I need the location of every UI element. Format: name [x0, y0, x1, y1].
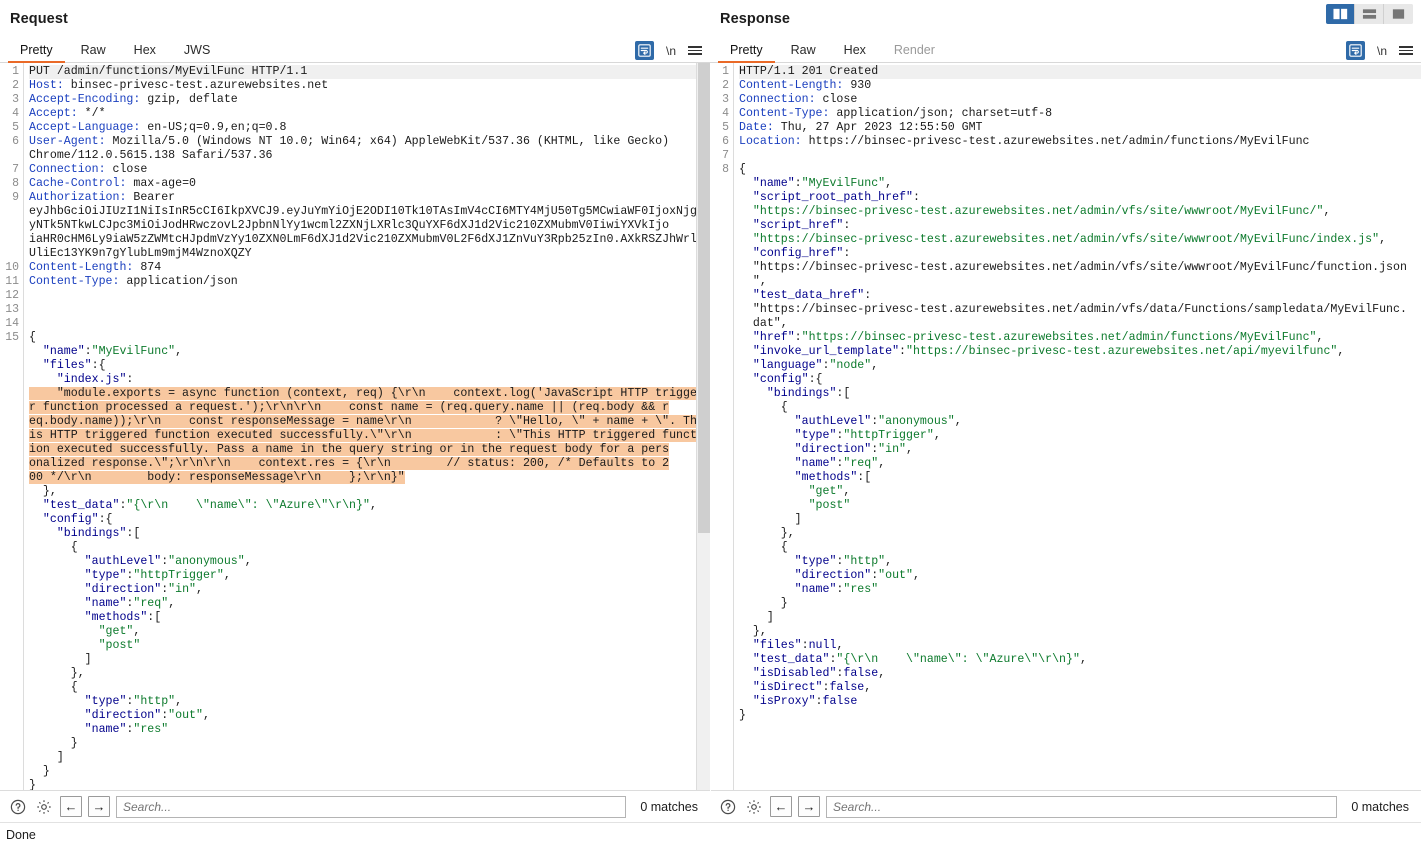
tab-response-raw[interactable]: Raw — [777, 43, 830, 62]
word-wrap-icon[interactable] — [635, 41, 654, 60]
response-header: Response — [710, 0, 1421, 38]
request-editor[interactable]: 123456 789 101112131415 PUT /admin/funct… — [0, 63, 710, 790]
search-prev-button[interactable]: ← — [60, 796, 82, 817]
request-header: Request — [0, 0, 710, 38]
tab-response-hex[interactable]: Hex — [830, 43, 880, 62]
request-tab-tools: \n — [635, 41, 702, 60]
request-line-numbers: 123456 789 101112131415 — [0, 63, 24, 790]
gear-icon[interactable] — [34, 797, 54, 817]
panes-container: Request Pretty Raw Hex JWS \n — [0, 0, 1421, 822]
help-icon[interactable] — [8, 797, 28, 817]
request-menu-icon[interactable] — [688, 46, 702, 55]
response-searchbar: ← → 0 matches — [710, 790, 1421, 822]
response-pane: Response — [710, 0, 1421, 822]
tab-request-jws[interactable]: JWS — [170, 43, 224, 62]
single-pane-layout-icon[interactable] — [1384, 4, 1413, 24]
request-scrollbar-thumb[interactable] — [698, 63, 710, 533]
request-searchbar: ← → 0 matches — [0, 790, 710, 822]
search-next-button[interactable]: → — [798, 796, 820, 817]
request-search-input[interactable] — [116, 796, 626, 818]
response-line-numbers: 12345678 — [710, 63, 734, 790]
tab-request-pretty[interactable]: Pretty — [6, 43, 67, 62]
word-wrap-icon[interactable] — [1346, 41, 1365, 60]
tab-response-render: Render — [880, 43, 949, 62]
response-tabbar: Pretty Raw Hex Render \n — [710, 38, 1421, 63]
tab-request-hex[interactable]: Hex — [120, 43, 170, 62]
burp-message-editor: Request Pretty Raw Hex JWS \n — [0, 0, 1421, 846]
response-search-input[interactable] — [826, 796, 1337, 818]
request-tabbar: Pretty Raw Hex JWS \n — [0, 38, 710, 63]
request-match-count: 0 matches — [632, 800, 702, 814]
request-pane: Request Pretty Raw Hex JWS \n — [0, 0, 710, 822]
search-prev-button[interactable]: ← — [770, 796, 792, 817]
response-content[interactable]: HTTP/1.1 201 CreatedContent-Length: 930C… — [734, 63, 1421, 790]
newline-toggle-icon[interactable]: \n — [1377, 44, 1387, 58]
gear-icon[interactable] — [744, 797, 764, 817]
response-title: Response — [720, 11, 790, 27]
response-menu-icon[interactable] — [1399, 46, 1413, 55]
vertical-split-layout-icon[interactable] — [1326, 4, 1355, 24]
tab-request-raw[interactable]: Raw — [67, 43, 120, 62]
help-icon[interactable] — [718, 797, 738, 817]
status-text: Done — [6, 828, 36, 842]
response-tab-tools: \n — [1346, 41, 1413, 60]
newline-toggle-icon[interactable]: \n — [666, 44, 676, 58]
request-scrollbar[interactable] — [696, 63, 710, 790]
horizontal-split-layout-icon[interactable] — [1355, 4, 1384, 24]
response-editor[interactable]: 12345678 HTTP/1.1 201 CreatedContent-Len… — [710, 63, 1421, 790]
tab-response-pretty[interactable]: Pretty — [716, 43, 777, 62]
status-bar: Done — [0, 822, 1421, 846]
response-match-count: 0 matches — [1343, 800, 1413, 814]
request-title: Request — [10, 11, 68, 27]
layout-button-group — [1326, 4, 1413, 24]
request-content[interactable]: PUT /admin/functions/MyEvilFunc HTTP/1.1… — [24, 63, 710, 790]
search-next-button[interactable]: → — [88, 796, 110, 817]
